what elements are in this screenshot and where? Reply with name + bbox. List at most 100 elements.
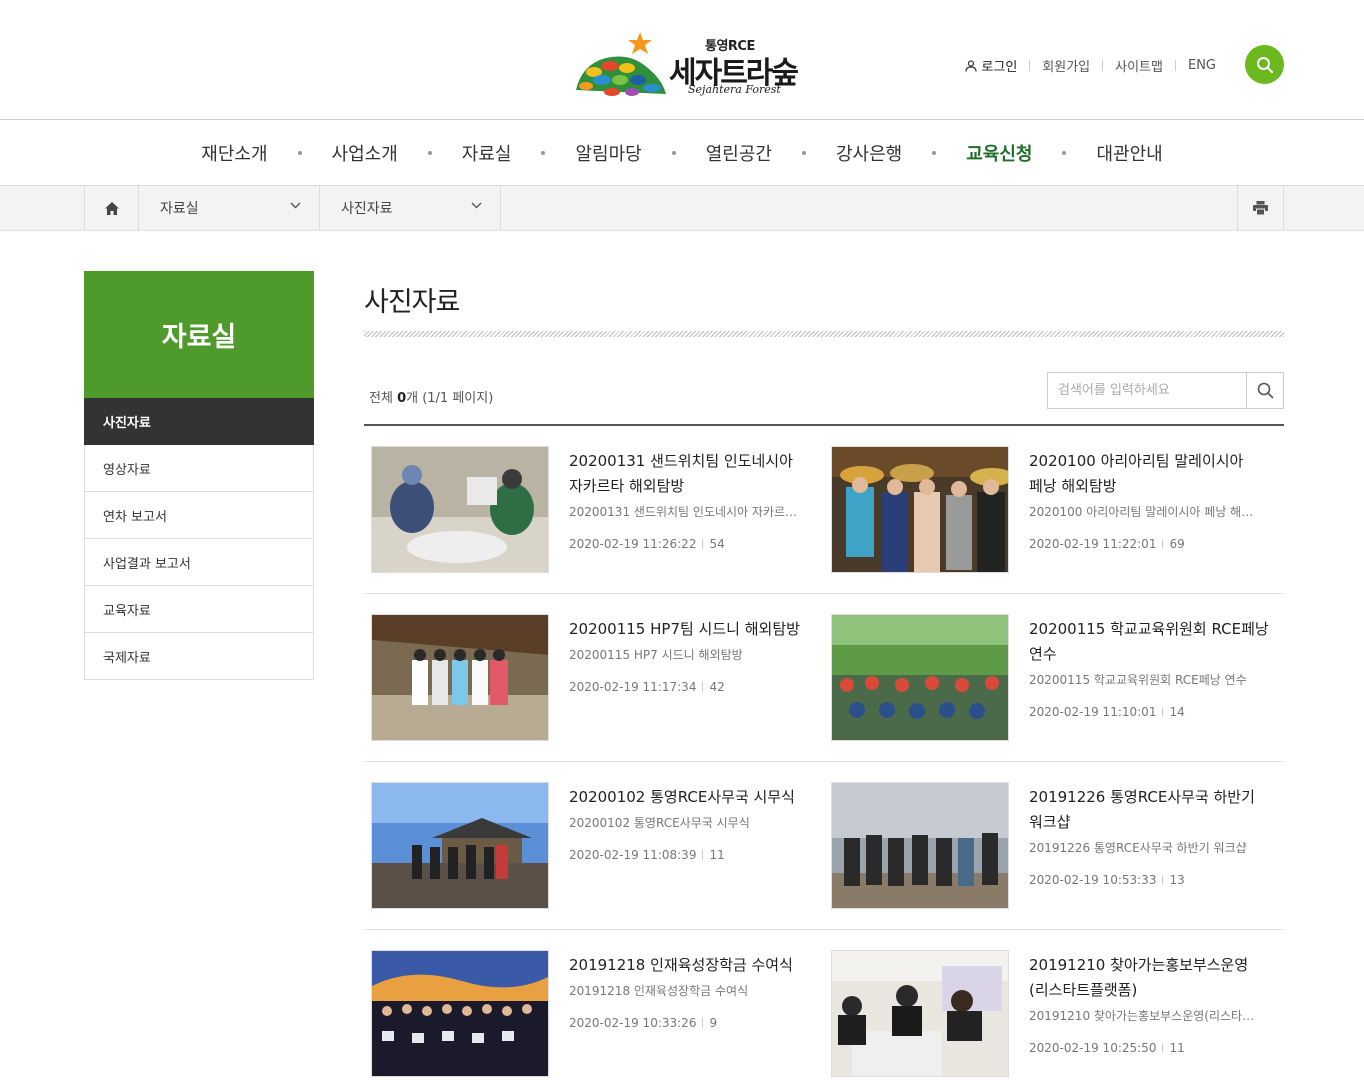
title-divider — [364, 331, 1284, 337]
gallery-card[interactable]: 20200131 샌드위치팀 인도네시아 자카르타 해외탐방 20200131 샌… — [364, 446, 824, 574]
photo-image — [372, 447, 548, 572]
home-icon — [104, 201, 119, 215]
gnb-item[interactable]: 알림마당 — [543, 140, 673, 166]
list-top-border — [364, 424, 1284, 426]
post-views: 11 — [709, 848, 725, 862]
sidebar-item[interactable]: 영상자료 — [84, 445, 314, 492]
post-views: 9 — [709, 1016, 718, 1030]
eng-link[interactable]: ENG — [1188, 58, 1216, 73]
post-views: 13 — [1169, 873, 1185, 887]
sidebar-item[interactable]: 사진자료 — [84, 398, 314, 445]
gallery-card-meta: 2020-02-19 10:33:26 9 — [569, 1016, 717, 1030]
board-search — [1047, 372, 1284, 409]
gallery-card[interactable]: 2020100 아리아리팀 말레이시아 페낭 해외탐방 2020100 아리아리팀… — [824, 446, 1284, 574]
post-date: 2020-02-19 11:26:22 — [569, 537, 697, 551]
gallery-card[interactable]: 20191210 찾아가는홍보부스운영(리스타트플랫폼) 20191210 찾아가… — [824, 950, 1284, 1078]
gallery-thumbnail[interactable] — [371, 950, 549, 1077]
gallery-card-title[interactable]: 20191218 인재육성장학금 수여식 — [569, 953, 809, 978]
photo-image — [372, 783, 548, 908]
chevron-down-icon — [471, 202, 482, 209]
gallery-card-meta: 2020-02-19 11:17:34 42 — [569, 680, 725, 694]
row-divider — [364, 593, 1284, 594]
gallery-card-desc: 20200115 HP7 시드니 해외탐방 — [569, 648, 743, 662]
site-logo[interactable]: 통영RCE 세자트라숲 Sejahtera Forest — [572, 28, 802, 102]
gnb-item[interactable]: 자료실 — [430, 140, 544, 166]
login-link[interactable]: 로그인 — [965, 56, 1017, 75]
gallery-thumbnail[interactable] — [831, 446, 1009, 573]
post-date: 2020-02-19 10:33:26 — [569, 1016, 697, 1030]
gallery-card-title[interactable]: 20200115 학교교육위원회 RCE페낭 연수 — [1029, 617, 1269, 667]
location-depth1-dropdown[interactable]: 자료실 — [139, 186, 320, 230]
gallery-card-title[interactable]: 20200131 샌드위치팀 인도네시아 자카르타 해외탐방 — [569, 449, 809, 499]
gallery-thumbnail[interactable] — [831, 950, 1009, 1077]
gallery-thumbnail[interactable] — [371, 782, 549, 909]
row-divider — [364, 929, 1284, 930]
gnb-item[interactable]: 대관안내 — [1064, 140, 1194, 166]
sitemap-link[interactable]: 사이트맵 — [1115, 56, 1163, 75]
logo-text-sub: Sejahtera Forest — [688, 83, 781, 96]
gallery-card-desc: 20200102 통영RCE사무국 시무식 — [569, 816, 750, 830]
gallery-card-desc: 20200115 학교교육위원회 RCE페낭 연수 — [1029, 673, 1247, 687]
meta-divider — [1162, 707, 1164, 717]
page-title: 사진자료 — [364, 287, 460, 318]
location-bar: 자료실 사진자료 — [0, 186, 1364, 231]
gnb-item[interactable]: 사업소개 — [300, 140, 430, 166]
meta-divider — [702, 1018, 704, 1028]
location-depth2-dropdown[interactable]: 사진자료 — [320, 186, 501, 230]
photo-image — [372, 615, 548, 740]
sidebar-item[interactable]: 국제자료 — [84, 633, 314, 680]
gallery-card-title[interactable]: 20200102 통영RCE사무국 시무식 — [569, 785, 809, 810]
photo-image — [832, 951, 1008, 1076]
gnb-item[interactable]: 강사은행 — [804, 140, 934, 166]
print-button[interactable] — [1237, 186, 1283, 230]
gallery-card[interactable]: 20191218 인재육성장학금 수여식 20191218 인재육성장학금 수여식… — [364, 950, 824, 1078]
gallery-card-meta: 2020-02-19 10:53:33 13 — [1029, 873, 1185, 887]
gallery-card[interactable]: 20200102 통영RCE사무국 시무식 20200102 통영RCE사무국 시… — [364, 782, 824, 910]
total-count: 전체 0개 (1/1 페이지) — [369, 387, 493, 406]
board-search-button[interactable] — [1246, 373, 1283, 408]
post-views: 11 — [1169, 1041, 1185, 1055]
print-icon — [1253, 201, 1268, 215]
main-navigation: 재단소개 사업소개 자료실 알림마당 열린공간 강사은행 교육신청 대관안내 — [0, 121, 1364, 186]
meta-divider — [702, 682, 704, 692]
gallery-card[interactable]: 20200115 학교교육위원회 RCE페낭 연수 20200115 학교교육위원… — [824, 614, 1284, 742]
gallery-card-meta: 2020-02-19 11:26:22 54 — [569, 537, 725, 551]
gallery-card-title[interactable]: 20191226 통영RCE사무국 하반기 워크샵 — [1029, 785, 1269, 835]
meta-divider — [1162, 539, 1164, 549]
gallery-card[interactable]: 20200115 HP7팀 시드니 해외탐방 20200115 HP7 시드니 해… — [364, 614, 824, 742]
search-icon — [1257, 382, 1273, 399]
photo-image — [372, 951, 548, 1076]
post-views: 42 — [709, 680, 725, 694]
gallery-card-title[interactable]: 20191210 찾아가는홍보부스운영(리스타트플랫폼) — [1029, 953, 1269, 1003]
board-search-input[interactable] — [1048, 373, 1246, 408]
sidebar-menu: 사진자료 영상자료 연차 보고서 사업결과 보고서 교육자료 국제자료 — [84, 398, 314, 680]
gallery-thumbnail[interactable] — [371, 614, 549, 741]
row-divider — [364, 761, 1284, 762]
sidebar-item[interactable]: 사업결과 보고서 — [84, 539, 314, 586]
person-icon — [965, 59, 978, 72]
gallery-thumbnail[interactable] — [371, 446, 549, 573]
util-divider — [1029, 60, 1031, 71]
meta-divider — [1162, 875, 1164, 885]
gallery-thumbnail[interactable] — [831, 782, 1009, 909]
home-button[interactable] — [85, 186, 139, 230]
gallery-card[interactable]: 20191226 통영RCE사무국 하반기 워크샵 20191226 통영RCE사… — [824, 782, 1284, 910]
search-icon — [1256, 56, 1273, 73]
gallery-card-desc: 20191218 인재육성장학금 수여식 — [569, 984, 749, 998]
sidebar-item[interactable]: 연차 보고서 — [84, 492, 314, 539]
header-search-button[interactable] — [1245, 45, 1284, 84]
gallery-thumbnail[interactable] — [831, 614, 1009, 741]
gallery-card-title[interactable]: 20200115 HP7팀 시드니 해외탐방 — [569, 617, 809, 642]
gallery-card-meta: 2020-02-19 11:08:39 11 — [569, 848, 725, 862]
gallery-card-meta: 2020-02-19 10:25:50 11 — [1029, 1041, 1185, 1055]
location-depth1-label: 자료실 — [160, 201, 199, 217]
gallery-card-title[interactable]: 2020100 아리아리팀 말레이시아 페낭 해외탐방 — [1029, 449, 1269, 499]
photo-image — [832, 447, 1008, 572]
join-link[interactable]: 회원가입 — [1042, 56, 1090, 75]
post-date: 2020-02-19 11:10:01 — [1029, 705, 1157, 719]
logo-forest-mark — [576, 32, 666, 96]
gnb-item[interactable]: 열린공간 — [674, 140, 804, 166]
sidebar-item[interactable]: 교육자료 — [84, 586, 314, 633]
gnb-item[interactable]: 재단소개 — [169, 140, 299, 166]
gnb-item[interactable]: 교육신청 — [934, 140, 1064, 166]
